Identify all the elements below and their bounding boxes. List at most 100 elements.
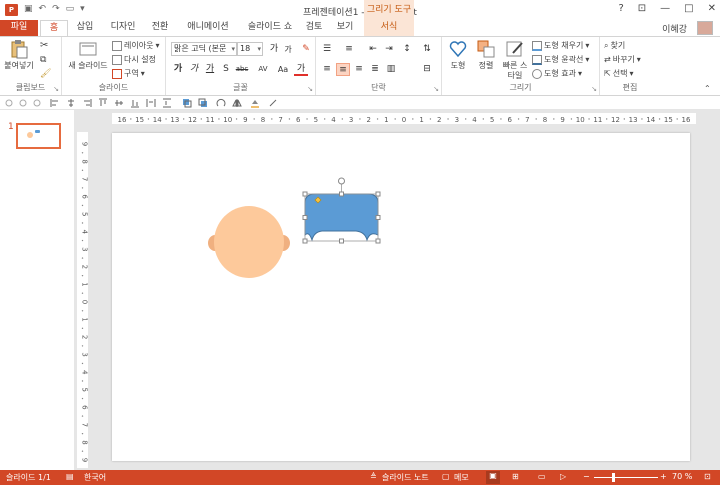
tab-design[interactable]: 디자인 xyxy=(105,20,141,36)
tab-review[interactable]: 검토 xyxy=(302,20,326,36)
grow-font-button[interactable]: 가 xyxy=(267,43,281,56)
paste-button[interactable]: 붙여넣기 xyxy=(2,39,36,71)
character-spacing-button[interactable]: AV xyxy=(254,63,272,76)
replace-button[interactable]: ⇄ 바꾸기 ▾ xyxy=(604,54,641,66)
zoom-level[interactable]: 70 % xyxy=(672,472,692,481)
fill-color-icon[interactable] xyxy=(250,98,260,108)
bullets-button[interactable]: ☰ xyxy=(320,43,334,56)
tab-animations[interactable]: 애니메이션 xyxy=(180,20,236,36)
align-right-button[interactable]: ≡ xyxy=(352,63,366,76)
zoom-slider-thumb[interactable] xyxy=(612,473,615,482)
align-left-icon[interactable] xyxy=(50,98,60,108)
underline-button[interactable]: 가 xyxy=(203,63,217,76)
bring-forward-icon[interactable] xyxy=(182,98,192,108)
select-button[interactable]: ⇱ 선택 ▾ xyxy=(604,68,633,80)
slide-count-status[interactable]: 슬라이드 1/1 xyxy=(6,472,51,483)
shape-effects-button[interactable]: 도형 효과 ▾ xyxy=(532,68,582,80)
shadow-button[interactable]: S xyxy=(219,63,233,76)
change-case-button[interactable]: Aa xyxy=(274,63,292,76)
align-bottom-icon[interactable] xyxy=(130,98,140,108)
quick-styles-button[interactable]: 빠른 스타일 xyxy=(500,39,530,81)
numbering-button[interactable]: ≡ xyxy=(342,43,356,56)
collapse-ribbon-button[interactable]: ⌃ xyxy=(704,83,711,95)
shapes-button[interactable]: 도형 xyxy=(444,39,472,71)
send-backward-icon[interactable] xyxy=(198,98,208,108)
tab-format[interactable]: 서식 xyxy=(364,20,414,36)
shrink-font-button[interactable]: 가 xyxy=(281,43,295,56)
slideshow-button[interactable]: ▷ xyxy=(560,472,566,481)
align-center-icon[interactable] xyxy=(66,98,76,108)
tab-file[interactable]: 파일 xyxy=(0,20,38,36)
shape-outline-button[interactable]: 도형 윤곽선 ▾ xyxy=(532,54,589,66)
close-button[interactable]: ✕ xyxy=(708,3,716,14)
align-center-button[interactable]: ≡ xyxy=(336,63,350,76)
reading-view-button[interactable]: ▭ xyxy=(538,472,546,481)
flip-icon[interactable] xyxy=(232,98,242,108)
decrease-indent-button[interactable]: ⇤ xyxy=(366,43,380,56)
text-direction-button[interactable]: ⇅ xyxy=(420,43,434,56)
tab-insert[interactable]: 삽입 xyxy=(70,20,100,36)
align-left-button[interactable]: ≡ xyxy=(320,63,334,76)
font-size-combo[interactable]: 18 ▾ xyxy=(237,42,263,56)
comments-button[interactable]: 메모 xyxy=(454,472,469,483)
copy-button[interactable]: ⧉ xyxy=(40,54,46,66)
align-text-button[interactable]: ⊟ xyxy=(420,63,434,76)
strikethrough-button[interactable]: abc xyxy=(233,63,251,76)
paragraph-launcher-icon[interactable]: ↘ xyxy=(433,85,439,93)
ungroup-icon[interactable] xyxy=(18,98,28,108)
align-middle-icon[interactable] xyxy=(114,98,124,108)
reset-button[interactable]: 다시 설정 xyxy=(112,54,156,66)
rotate-handle-icon[interactable] xyxy=(338,177,345,185)
cut-button[interactable]: ✂ xyxy=(40,40,48,52)
line-color-icon[interactable] xyxy=(268,98,278,108)
group-icon[interactable] xyxy=(4,98,14,108)
font-launcher-icon[interactable]: ↘ xyxy=(307,85,313,93)
zoom-out-button[interactable]: − xyxy=(583,472,590,481)
zoom-slider-track[interactable] xyxy=(594,477,658,478)
align-top-icon[interactable] xyxy=(98,98,108,108)
font-color-button[interactable]: 가 xyxy=(294,63,308,76)
italic-button[interactable]: 가 xyxy=(187,63,201,76)
distribute-vertical-icon[interactable] xyxy=(162,98,172,108)
format-painter-button[interactable]: 🖌 xyxy=(40,68,51,80)
zoom-in-button[interactable]: + xyxy=(660,472,667,481)
align-right-icon[interactable] xyxy=(82,98,92,108)
font-name-combo[interactable]: 맑은 고딕 (본문 ▾ xyxy=(171,42,237,56)
normal-view-button[interactable]: ▣ xyxy=(486,471,500,484)
clipboard-launcher-icon[interactable]: ↘ xyxy=(53,85,59,93)
distribute-horizontal-icon[interactable] xyxy=(146,98,156,108)
maximize-button[interactable]: □ xyxy=(684,3,693,14)
find-button[interactable]: ⌕ 찾기 xyxy=(604,40,625,52)
user-name[interactable]: 이혜강 xyxy=(662,22,687,35)
columns-button[interactable]: ▥ xyxy=(384,63,398,76)
tab-view[interactable]: 보기 xyxy=(332,20,358,36)
section-button[interactable]: 구역 ▾ xyxy=(112,68,145,80)
slide-thumbnail[interactable] xyxy=(16,123,61,149)
new-slide-button[interactable]: 새 슬라이드 xyxy=(66,39,110,71)
tab-home[interactable]: 홈 xyxy=(40,20,68,36)
spell-check-icon[interactable]: ▤ xyxy=(66,472,74,481)
help-button[interactable]: ? xyxy=(618,3,623,14)
increase-indent-button[interactable]: ⇥ xyxy=(382,43,396,56)
tab-slideshow[interactable]: 슬라이드 쇼 xyxy=(241,20,299,36)
regroup-icon[interactable] xyxy=(32,98,42,108)
face-shape[interactable] xyxy=(214,206,284,278)
bold-button[interactable]: 가 xyxy=(171,63,185,76)
tab-transitions[interactable]: 전환 xyxy=(146,20,174,36)
shape-fill-button[interactable]: 도형 채우기 ▾ xyxy=(532,40,589,52)
avatar[interactable] xyxy=(697,21,713,35)
clear-formatting-button[interactable]: ✎ xyxy=(299,43,313,56)
layout-button[interactable]: 레이아웃 ▾ xyxy=(112,40,159,52)
language-status[interactable]: 한국어 xyxy=(84,472,106,483)
slide-sorter-button[interactable]: ⊞ xyxy=(512,472,519,481)
minimize-button[interactable]: — xyxy=(660,3,670,14)
arrange-button[interactable]: 정렬 xyxy=(472,39,500,71)
notes-button[interactable]: 슬라이드 노트 xyxy=(382,472,429,483)
fit-slide-icon[interactable]: ⊡ xyxy=(704,472,711,481)
line-spacing-button[interactable]: ↕ xyxy=(400,43,414,56)
slide-canvas[interactable] xyxy=(112,133,690,461)
justify-button[interactable]: ≣ xyxy=(368,63,382,76)
drawing-launcher-icon[interactable]: ↘ xyxy=(591,85,597,93)
rotate-icon[interactable] xyxy=(216,98,226,108)
ribbon-display-options-button[interactable]: ⊡ xyxy=(638,3,646,14)
